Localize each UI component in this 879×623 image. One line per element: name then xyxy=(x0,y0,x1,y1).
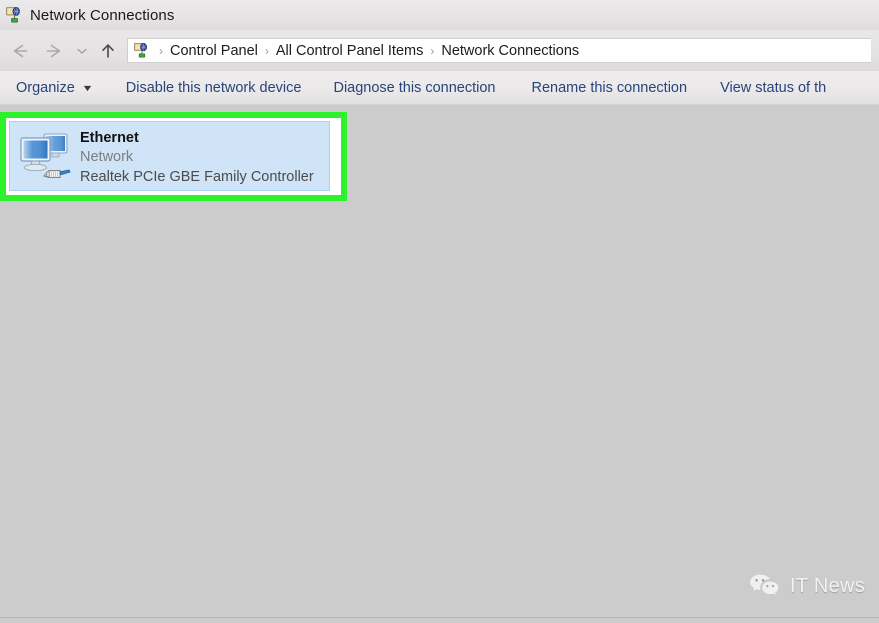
list-item[interactable]: Ethernet Network Realtek PCIe GBE Family… xyxy=(9,121,330,191)
connection-device: Realtek PCIe GBE Family Controller xyxy=(80,168,314,185)
title-bar: Network Connections xyxy=(0,0,879,30)
disable-network-device-button[interactable]: Disable this network device xyxy=(117,75,311,101)
diagnose-connection-button[interactable]: Diagnose this connection xyxy=(324,75,504,101)
network-adapter-icon xyxy=(16,127,74,185)
wechat-icon xyxy=(748,572,782,600)
arrow-up-icon[interactable] xyxy=(93,36,123,66)
rename-connection-button[interactable]: Rename this connection xyxy=(523,75,697,101)
network-connections-window: Network Connections › Control Panel › Al… xyxy=(0,0,879,623)
breadcrumb-item-network-connections[interactable]: Network Connections xyxy=(441,43,579,59)
window-bottom-edge xyxy=(0,617,879,623)
list-item-text: Ethernet Network Realtek PCIe GBE Family… xyxy=(80,129,314,187)
organize-button[interactable]: Organize ▼ xyxy=(7,75,101,101)
command-toolbar: Organize ▼ Disable this network device D… xyxy=(0,71,879,105)
breadcrumb-network-icon xyxy=(133,42,150,59)
window-title: Network Connections xyxy=(30,6,175,24)
breadcrumb-separator: › xyxy=(430,43,435,58)
watermark-text: IT News xyxy=(790,574,866,597)
connection-name: Ethernet xyxy=(80,130,139,146)
view-status-button[interactable]: View status of th xyxy=(711,75,835,101)
chevron-down-icon[interactable] xyxy=(71,36,93,66)
breadcrumb-item-all-control-panel-items[interactable]: All Control Panel Items xyxy=(276,43,423,59)
connection-status: Network xyxy=(80,149,134,166)
breadcrumb[interactable]: › Control Panel › All Control Panel Item… xyxy=(127,38,871,63)
organize-label: Organize xyxy=(16,79,75,96)
arrow-left-icon[interactable] xyxy=(3,36,37,66)
address-bar: › Control Panel › All Control Panel Item… xyxy=(0,30,879,71)
chevron-down-icon: ▼ xyxy=(81,82,94,93)
breadcrumb-separator: › xyxy=(159,43,163,58)
breadcrumb-separator: › xyxy=(264,43,269,58)
watermark: IT News xyxy=(748,572,865,600)
arrow-right-icon[interactable] xyxy=(37,36,71,66)
network-connections-icon xyxy=(5,6,23,24)
breadcrumb-item-control-panel[interactable]: Control Panel xyxy=(170,43,258,59)
